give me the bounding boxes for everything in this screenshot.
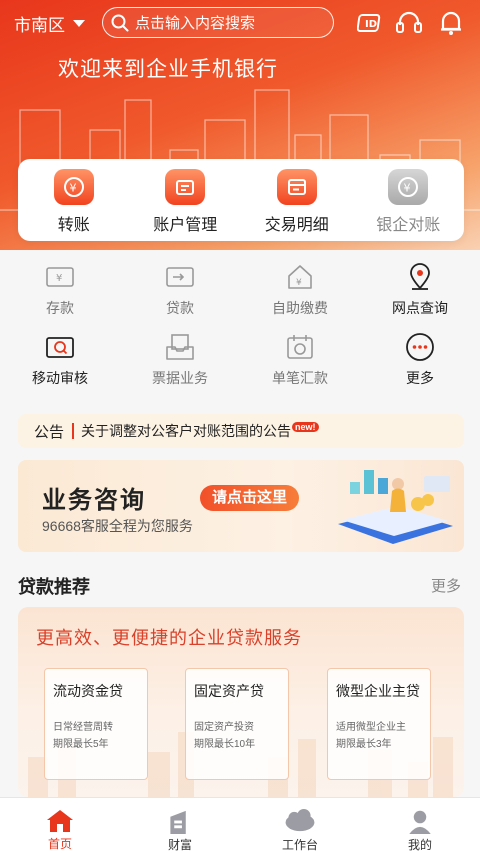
home-icon <box>47 810 73 832</box>
quick-action-label: 银企对账 <box>376 217 441 234</box>
notice-tag: 公告 <box>34 423 65 441</box>
tab-home[interactable]: 首页 <box>0 798 120 853</box>
wealth-icon <box>170 810 186 834</box>
city-label: 市南区 <box>14 16 65 35</box>
menu-label: 自助缴费 <box>272 300 328 316</box>
search-icon <box>111 14 129 31</box>
quick-action-account-manage[interactable]: 账户管理 <box>130 159 242 241</box>
menu-self-payment[interactable]: ¥ 自助缴费 <box>240 262 360 318</box>
loan-desc-1: 适用微型企业主 <box>336 722 406 733</box>
quick-action-label: 转账 <box>57 217 90 234</box>
loan-desc-2: 期限最长3年 <box>336 739 392 750</box>
headset-icon[interactable] <box>394 8 424 38</box>
bill-business-icon <box>164 332 196 362</box>
consult-subtitle: 96668客服全程为您服务 <box>42 518 193 534</box>
menu-label: 更多 <box>406 370 434 386</box>
menu-label: 存款 <box>46 300 74 316</box>
loan-card-micro-enterprise[interactable]: 微型企业主贷 适用微型企业主 期限最长3年 <box>327 668 431 780</box>
self-payment-icon: ¥ <box>284 262 316 292</box>
consult-illustration <box>338 470 453 544</box>
tab-wealth[interactable]: 财富 <box>120 798 240 853</box>
tab-label: 财富 <box>167 838 192 852</box>
scan-icon[interactable]: ID <box>355 8 385 38</box>
search-placeholder: 点击输入内容搜索 <box>135 15 256 32</box>
loan-desc-2: 期限最长5年 <box>53 739 109 750</box>
consult-cta-button[interactable]: 请点击这里 <box>200 485 300 511</box>
svg-text:¥: ¥ <box>296 278 302 288</box>
svg-text:¥: ¥ <box>69 182 76 195</box>
deposit-icon: ¥ <box>44 262 76 292</box>
tab-label: 工作台 <box>281 838 318 852</box>
loan-icon <box>164 262 196 292</box>
loan-name: 固定资产贷 <box>194 683 264 699</box>
svg-text:ID: ID <box>365 19 377 30</box>
menu-deposit[interactable]: ¥ 存款 <box>0 262 120 318</box>
bottom-tab-bar: 首页 财富 工作台 我的 <box>0 797 480 853</box>
reconciliation-icon: ¥ <box>388 169 429 205</box>
mobile-review-icon <box>44 332 76 362</box>
bell-icon[interactable] <box>436 8 466 38</box>
menu-label: 单笔汇款 <box>272 370 328 386</box>
tab-profile[interactable]: 我的 <box>360 798 480 853</box>
loan-name: 流动资金贷 <box>53 683 123 699</box>
consult-banner[interactable]: 业务咨询 请点击这里 96668客服全程为您服务 <box>18 460 464 552</box>
loan-desc-1: 固定资产投资 <box>194 722 254 733</box>
welcome-title: 欢迎来到企业手机银行 <box>58 58 278 81</box>
profile-icon <box>409 810 431 834</box>
menu-bill-business[interactable]: 票据业务 <box>120 332 240 388</box>
menu-more[interactable]: 更多 <box>360 332 480 388</box>
notice-bar[interactable]: 公告 关于调整对公客户对账范围的公告 new! <box>18 414 464 448</box>
menu-label: 贷款 <box>166 300 194 316</box>
loan-card-fixed-asset[interactable]: 固定资产贷 固定资产投资 期限最长10年 <box>185 668 289 780</box>
notice-divider <box>72 423 75 439</box>
tab-label: 首页 <box>47 837 72 851</box>
svg-text:¥: ¥ <box>56 273 62 284</box>
menu-label: 移动审核 <box>32 370 88 386</box>
loan-section-title: 贷款推荐 <box>18 577 90 597</box>
menu-single-remittance[interactable]: 单笔汇款 <box>240 332 360 388</box>
workbench-icon <box>285 809 315 832</box>
location-pin-icon <box>404 262 436 292</box>
tab-label: 我的 <box>407 838 432 852</box>
chevron-down-icon <box>73 20 85 27</box>
new-badge: new! <box>292 422 319 432</box>
menu-label: 票据业务 <box>152 370 208 386</box>
loan-recommend-panel: 更高效、更便捷的企业贷款服务 流动资金贷 日常经营周转 期限最长5年 固定资产贷… <box>18 607 464 797</box>
loan-desc-2: 期限最长10年 <box>194 739 256 750</box>
loan-headline: 更高效、更便捷的企业贷款服务 <box>36 628 302 648</box>
quick-action-reconciliation[interactable]: ¥ 银企对账 <box>353 159 465 241</box>
menu-branch-search[interactable]: 网点查询 <box>360 262 480 318</box>
menu-mobile-review[interactable]: 移动审核 <box>0 332 120 388</box>
quick-actions-card: ¥ 转账 账户管理 交易明细 ¥ 银企对账 <box>18 159 464 241</box>
quick-action-transfer[interactable]: ¥ 转账 <box>18 159 130 241</box>
loan-more-link[interactable]: 更多 <box>431 575 461 596</box>
loan-desc-1: 日常经营周转 <box>53 722 113 733</box>
tab-workbench[interactable]: 工作台 <box>240 798 360 853</box>
quick-action-transaction-detail[interactable]: 交易明细 <box>241 159 353 241</box>
svg-text:¥: ¥ <box>404 182 411 195</box>
menu-label: 网点查询 <box>392 300 448 316</box>
quick-action-label: 账户管理 <box>153 217 218 234</box>
consult-title: 业务咨询 <box>42 487 146 514</box>
city-selector[interactable]: 市南区 <box>14 11 85 36</box>
loan-card-working-capital[interactable]: 流动资金贷 日常经营周转 期限最长5年 <box>44 668 148 780</box>
quick-action-label: 交易明细 <box>264 217 329 234</box>
service-grid: ¥ 存款 贷款 ¥ 自助缴费 网点查询 移动审核 票据业务 单笔汇款 更多 <box>0 262 480 388</box>
single-remittance-icon <box>284 332 316 362</box>
more-icon <box>404 332 436 362</box>
menu-loan[interactable]: 贷款 <box>120 262 240 318</box>
search-input[interactable]: 点击输入内容搜索 <box>102 7 334 38</box>
notice-text: 关于调整对公客户对账范围的公告 <box>81 423 292 439</box>
transfer-icon: ¥ <box>53 169 94 205</box>
account-manage-icon <box>165 169 206 205</box>
transaction-detail-icon <box>276 169 317 205</box>
loan-name: 微型企业主贷 <box>336 683 420 699</box>
